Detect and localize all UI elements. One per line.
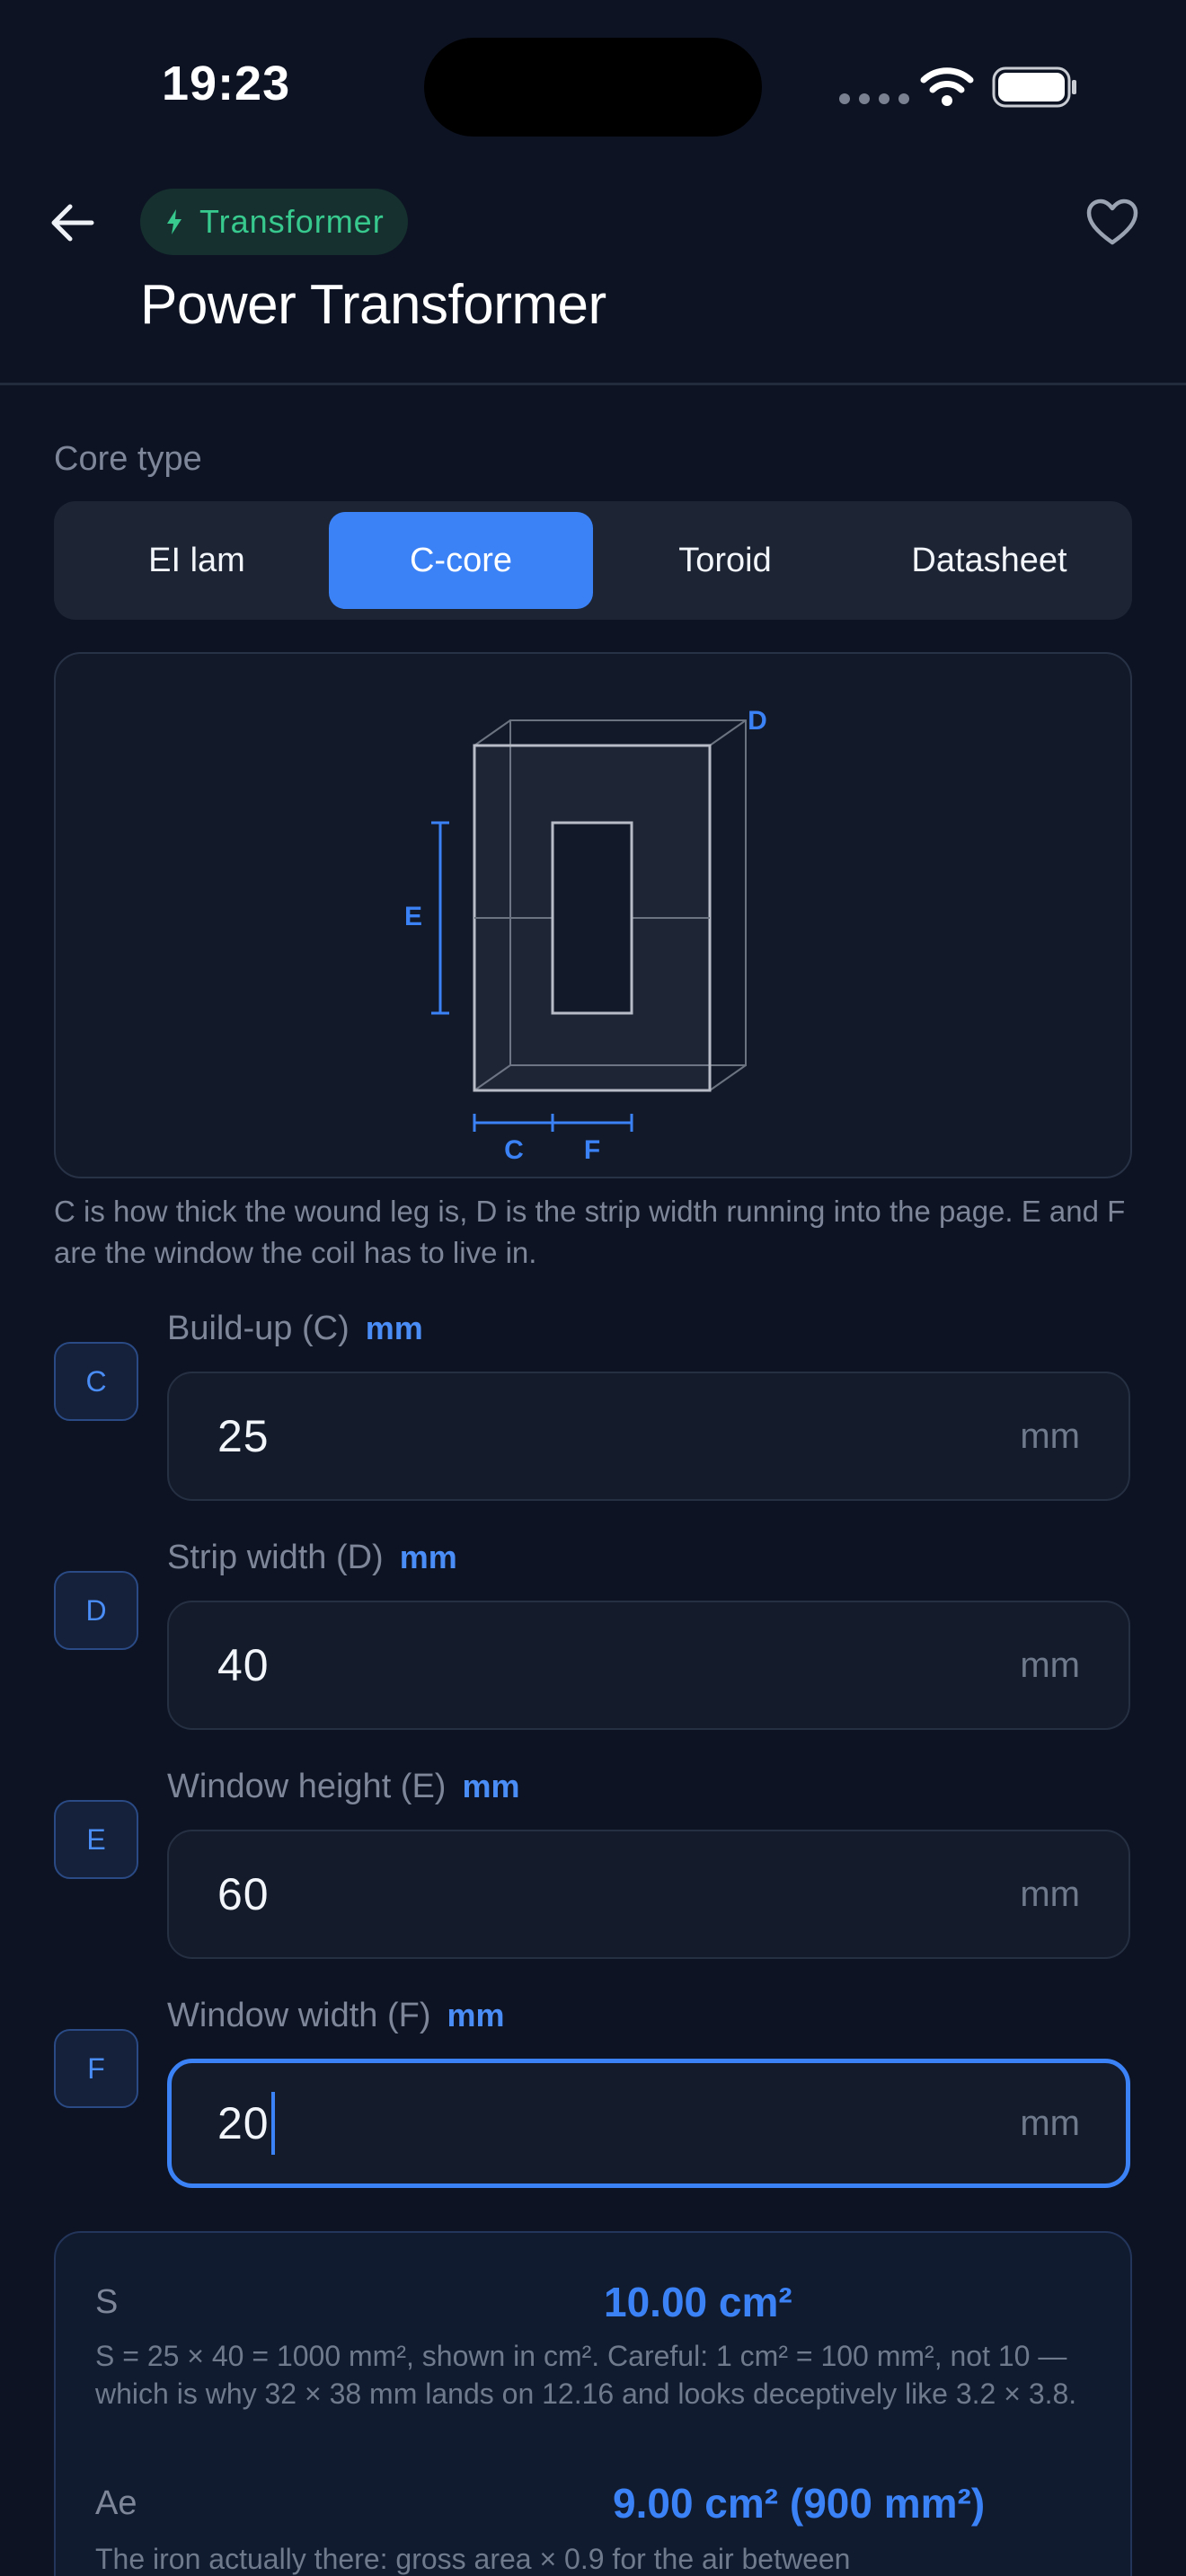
field-unit: mm [399,1539,457,1575]
wifi-icon [920,67,974,106]
lightning-icon [167,209,181,234]
field-label-text: Build-up (C) [167,1310,350,1347]
result-name-ae: Ae [95,2484,137,2522]
heart-icon[interactable] [1085,198,1139,248]
result-description-s: S = 25 × 40 = 1000 mm², shown in cm². Ca… [95,2340,1077,2410]
field-tag-c: C [54,1342,138,1421]
core-type-label: Core type [54,440,202,478]
text-caret [270,2092,275,2155]
field-label-f: Window width (F) mm [167,1997,505,2035]
field-label-text: Window height (E) [167,1768,447,1805]
dimension-label-e: E [404,902,422,931]
header-divider [0,383,1186,385]
result-value-ae: 9.00 cm² (900 mm²) [613,2480,986,2527]
field-label-e: Window height (E) mm [167,1768,520,1806]
results-card: S 10.00 cm² S = 25 × 40 = 1000 mm², show… [54,2231,1132,2576]
cellular-signal-icon [839,93,909,104]
back-arrow-icon[interactable] [47,198,97,248]
field-tag-f: F [54,2029,138,2108]
buildup-c-input[interactable]: 25 mm [167,1372,1130,1501]
strip-width-d-input[interactable]: 40 mm [167,1601,1130,1730]
field-suffix: mm [1020,2103,1080,2143]
result-value-s: 10.00 cm² [604,2279,792,2325]
segment-c-core[interactable]: C-core [329,512,593,609]
field-tag-d: D [54,1571,138,1650]
window-height-e-input[interactable]: 60 mm [167,1830,1130,1959]
field-value: 20 [217,2098,270,2148]
field-value: 25 [217,1411,270,1461]
result-name-s: S [95,2283,119,2321]
field-suffix: mm [1020,1645,1080,1685]
window-width-f-input[interactable]: 20 mm [167,2059,1130,2188]
diagram-explanation: C is how thick the wound leg is, D is th… [54,1195,1126,1269]
field-value: 60 [217,1869,270,1919]
dimension-label-f: F [584,1135,600,1165]
core-diagram-card: E C F D [54,652,1132,1178]
segment-datasheet[interactable]: Datasheet [857,512,1121,609]
segment-ei-lam[interactable]: EI lam [65,512,329,609]
field-value: 40 [217,1640,270,1690]
dimension-label-c: C [504,1135,524,1165]
field-label-text: Strip width (D) [167,1539,384,1576]
segment-toroid[interactable]: Toroid [593,512,857,609]
field-value-with-caret: 20 [217,2092,275,2155]
page-title: Power Transformer [140,274,606,336]
field-unit: mm [365,1310,423,1346]
field-label-c: Build-up (C) mm [167,1310,423,1348]
battery-icon [992,66,1076,108]
c-core-diagram: E C F D [404,706,767,1165]
field-label-d: Strip width (D) mm [167,1539,457,1577]
field-suffix: mm [1020,1874,1080,1914]
field-unit: mm [462,1768,520,1804]
core-type-segmented-control: EI lam C-core Toroid Datasheet [54,501,1132,620]
dynamic-island [424,38,762,137]
dimension-label-d: D [748,706,767,736]
badge-label: Transformer [199,203,385,240]
category-badge: Transformer [140,189,408,255]
status-time: 19:23 [162,57,291,110]
field-tag-e: E [54,1800,138,1879]
result-description-ae: The iron actually there: gross area × 0.… [95,2543,851,2575]
field-suffix: mm [1020,1416,1080,1456]
field-label-text: Window width (F) [167,1997,431,2034]
field-unit: mm [447,1997,505,2033]
